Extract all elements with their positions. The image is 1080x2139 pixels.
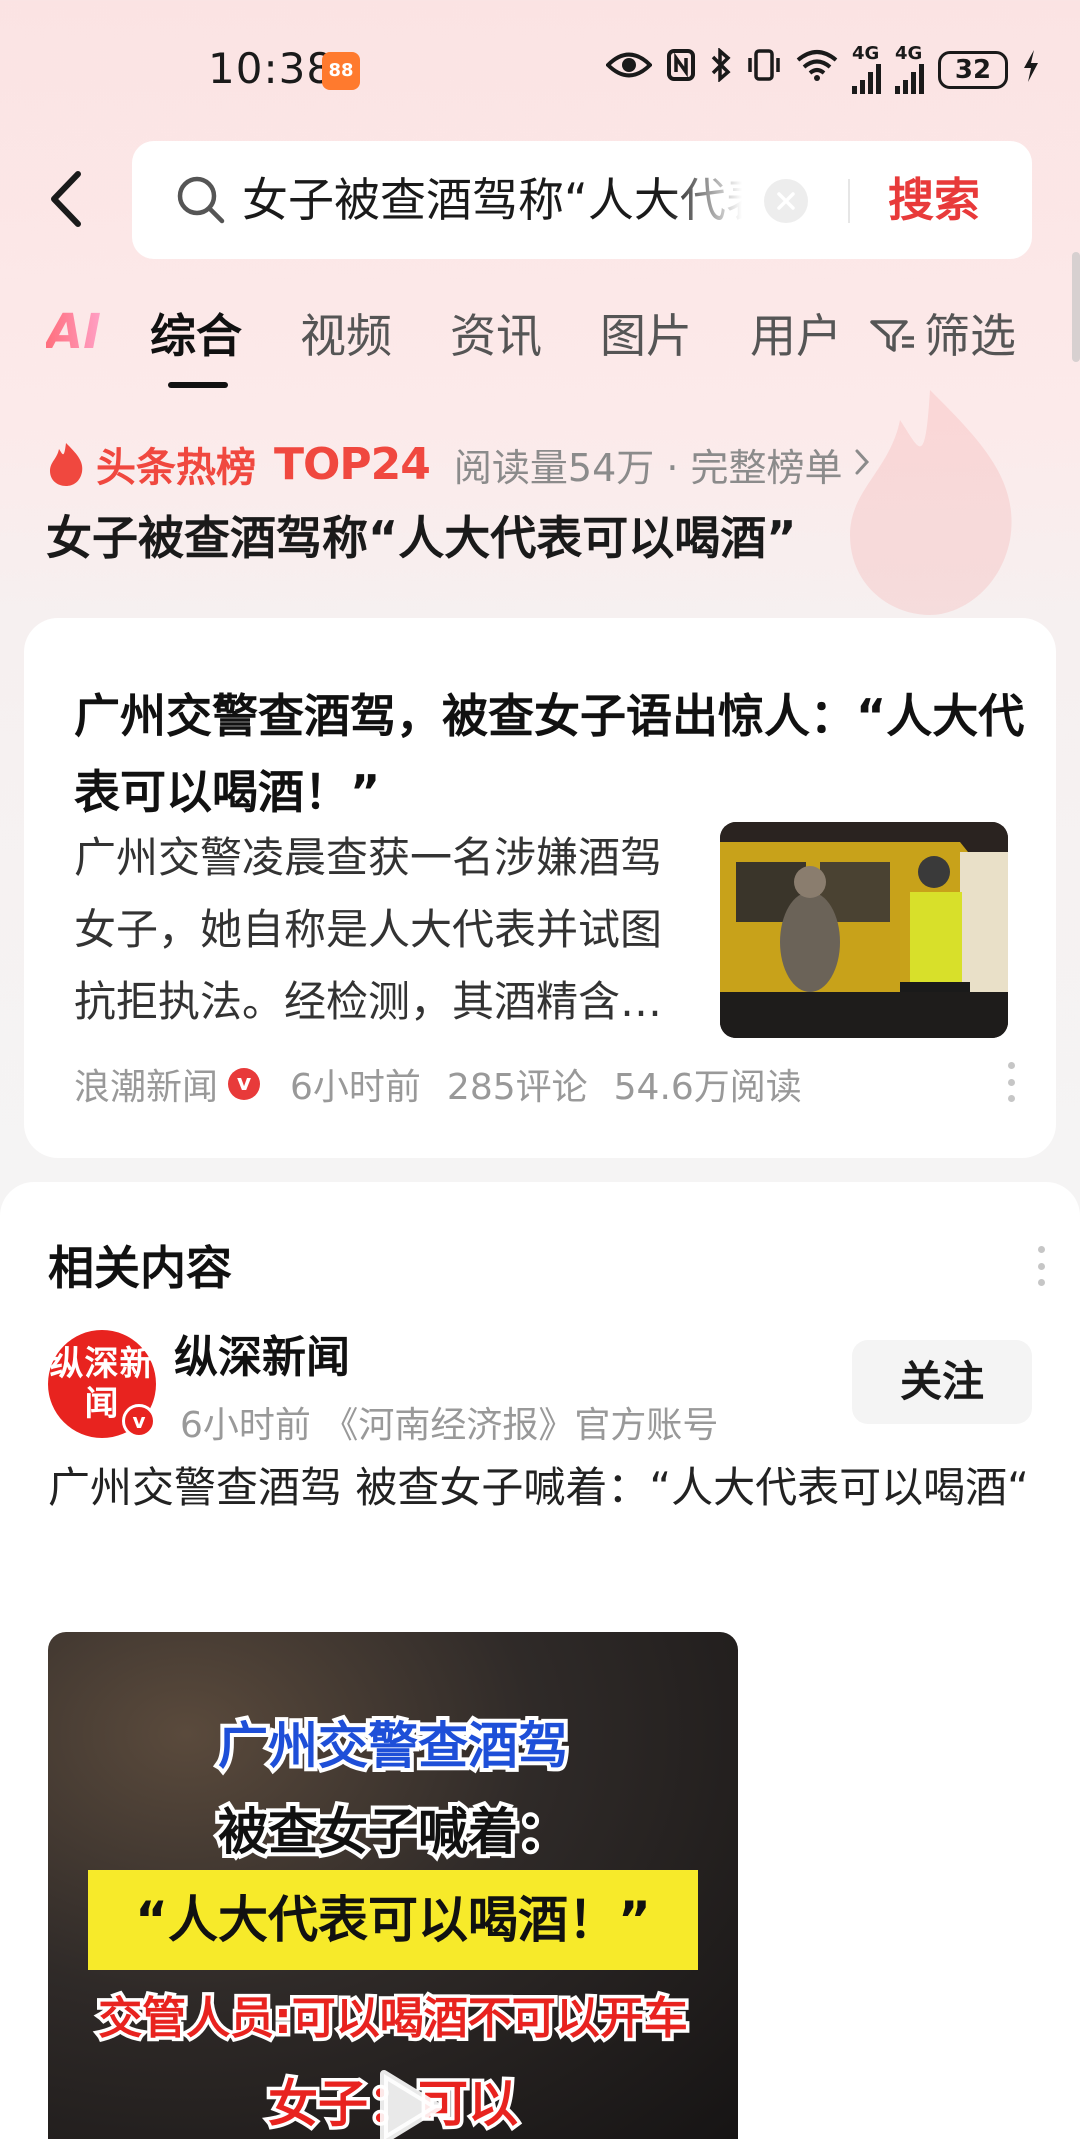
- related-section: 相关内容 纵深新闻 v 纵深新闻 6小时前 《河南经济报》官方账号 关注 广州交…: [0, 1182, 1080, 2139]
- video-thumbnail[interactable]: 广州交警查酒驾 被查女子喊着： “人大代表可以喝酒！” 交管人员:可以喝酒不可以…: [48, 1632, 738, 2139]
- bluetooth-icon: [710, 46, 732, 93]
- signal-bars-icon: [852, 62, 881, 94]
- video-caption-4: 交管人员:可以喝酒不可以开车: [95, 1990, 692, 2048]
- search-input[interactable]: 女子被查酒驾称“人大代表可以喝酒”: [242, 167, 742, 233]
- vibrate-icon: [746, 48, 782, 93]
- background-flame-icon: [850, 390, 1012, 615]
- more-icon[interactable]: [1006, 1062, 1016, 1102]
- news-time: 6小时前: [290, 1067, 421, 1108]
- active-tab-indicator: [168, 382, 228, 388]
- video-caption-3: “人大代表可以喝酒！”: [135, 1891, 651, 1949]
- signal-1: 4G: [852, 45, 881, 94]
- hot-rank-link[interactable]: 头条热榜 TOP24 阅读量54万 · 完整榜单: [46, 438, 871, 491]
- search-divider: [848, 179, 850, 223]
- filter-button[interactable]: 筛选: [868, 306, 1016, 366]
- search-button[interactable]: 搜索: [888, 167, 980, 233]
- filter-icon: [870, 320, 914, 352]
- back-button[interactable]: [46, 168, 96, 234]
- news-comments: 285评论: [446, 1067, 588, 1108]
- post-text[interactable]: 广州交警查酒驾 被查女子喊着：“人大代表可以喝酒“: [48, 1458, 1038, 1518]
- status-icons: 4G 4G 32: [605, 45, 1040, 94]
- flame-icon: [50, 443, 83, 486]
- tab-ai[interactable]: AI: [46, 304, 101, 360]
- nfc-icon: [666, 48, 696, 93]
- category-tabs: AI 综合 视频 资讯 图片 用户 筛选: [0, 290, 1080, 390]
- news-source[interactable]: 浪潮新闻: [74, 1058, 218, 1110]
- follow-button[interactable]: 关注: [852, 1340, 1032, 1424]
- tab-news[interactable]: 资讯: [450, 306, 542, 366]
- filter-label: 筛选: [924, 309, 1016, 363]
- play-icon[interactable]: [360, 2062, 450, 2139]
- page-scrollbar[interactable]: [1072, 252, 1080, 362]
- news-reads: 54.6万阅读: [613, 1067, 802, 1108]
- author-meta: 6小时前 《河南经济报》官方账号: [180, 1405, 719, 1446]
- hot-rank-label: 头条热榜: [96, 445, 256, 491]
- charging-icon: [1022, 49, 1040, 91]
- verified-badge: v: [228, 1068, 261, 1100]
- tab-images[interactable]: 图片: [600, 306, 692, 366]
- author-name[interactable]: 纵深新闻: [174, 1328, 350, 1388]
- battery-indicator: 32: [938, 51, 1008, 89]
- hot-rank-position: TOP24: [274, 438, 431, 490]
- status-time: 10:38: [208, 44, 335, 93]
- eye-icon: [605, 50, 653, 91]
- search-box[interactable]: 女子被查酒驾称“人大代表可以喝酒” 搜索: [132, 141, 1032, 259]
- signal-2: 4G: [895, 45, 924, 94]
- clear-icon[interactable]: [764, 179, 808, 223]
- hot-topic-title[interactable]: 女子被查酒驾称“人大代表可以喝酒”: [46, 506, 796, 570]
- tab-comprehensive[interactable]: 综合: [150, 306, 242, 366]
- back-icon: [51, 171, 81, 227]
- news-card[interactable]: 广州交警查酒驾，被查女子语出惊人：“人大代表可以喝酒！” 广州交警凌晨查获一名涉…: [24, 618, 1056, 1158]
- app-notification-icon: 88: [322, 52, 360, 90]
- news-summary: 广州交警凌晨查获一名涉嫌酒驾女子，她自称是人大代表并试图抗拒执法。经检测，其酒精…: [74, 833, 663, 1026]
- hot-rank-meta: 阅读量54万 · 完整榜单: [453, 445, 843, 490]
- video-caption-1: 广州交警查酒驾: [214, 1713, 572, 1779]
- status-bar: 10:38 88 4G 4G 32: [0, 0, 1080, 130]
- related-heading: 相关内容: [48, 1241, 232, 1295]
- news-title[interactable]: 广州交警查酒驾，被查女子语出惊人：“人大代表可以喝酒！”: [74, 678, 1034, 830]
- search-icon: [177, 176, 225, 224]
- more-icon[interactable]: [1036, 1246, 1046, 1286]
- verified-badge: v: [122, 1404, 156, 1438]
- wifi-icon: [796, 49, 838, 92]
- news-meta: 浪潮新闻 v 6小时前 285评论 54.6万阅读: [74, 1058, 802, 1110]
- news-thumbnail[interactable]: [720, 822, 1008, 1038]
- chevron-right-icon: [853, 442, 871, 486]
- tab-users[interactable]: 用户: [750, 306, 842, 366]
- signal-bars-icon: [895, 62, 924, 94]
- video-caption-2: 被查女子喊着：: [214, 1799, 572, 1865]
- tab-video[interactable]: 视频: [300, 306, 392, 366]
